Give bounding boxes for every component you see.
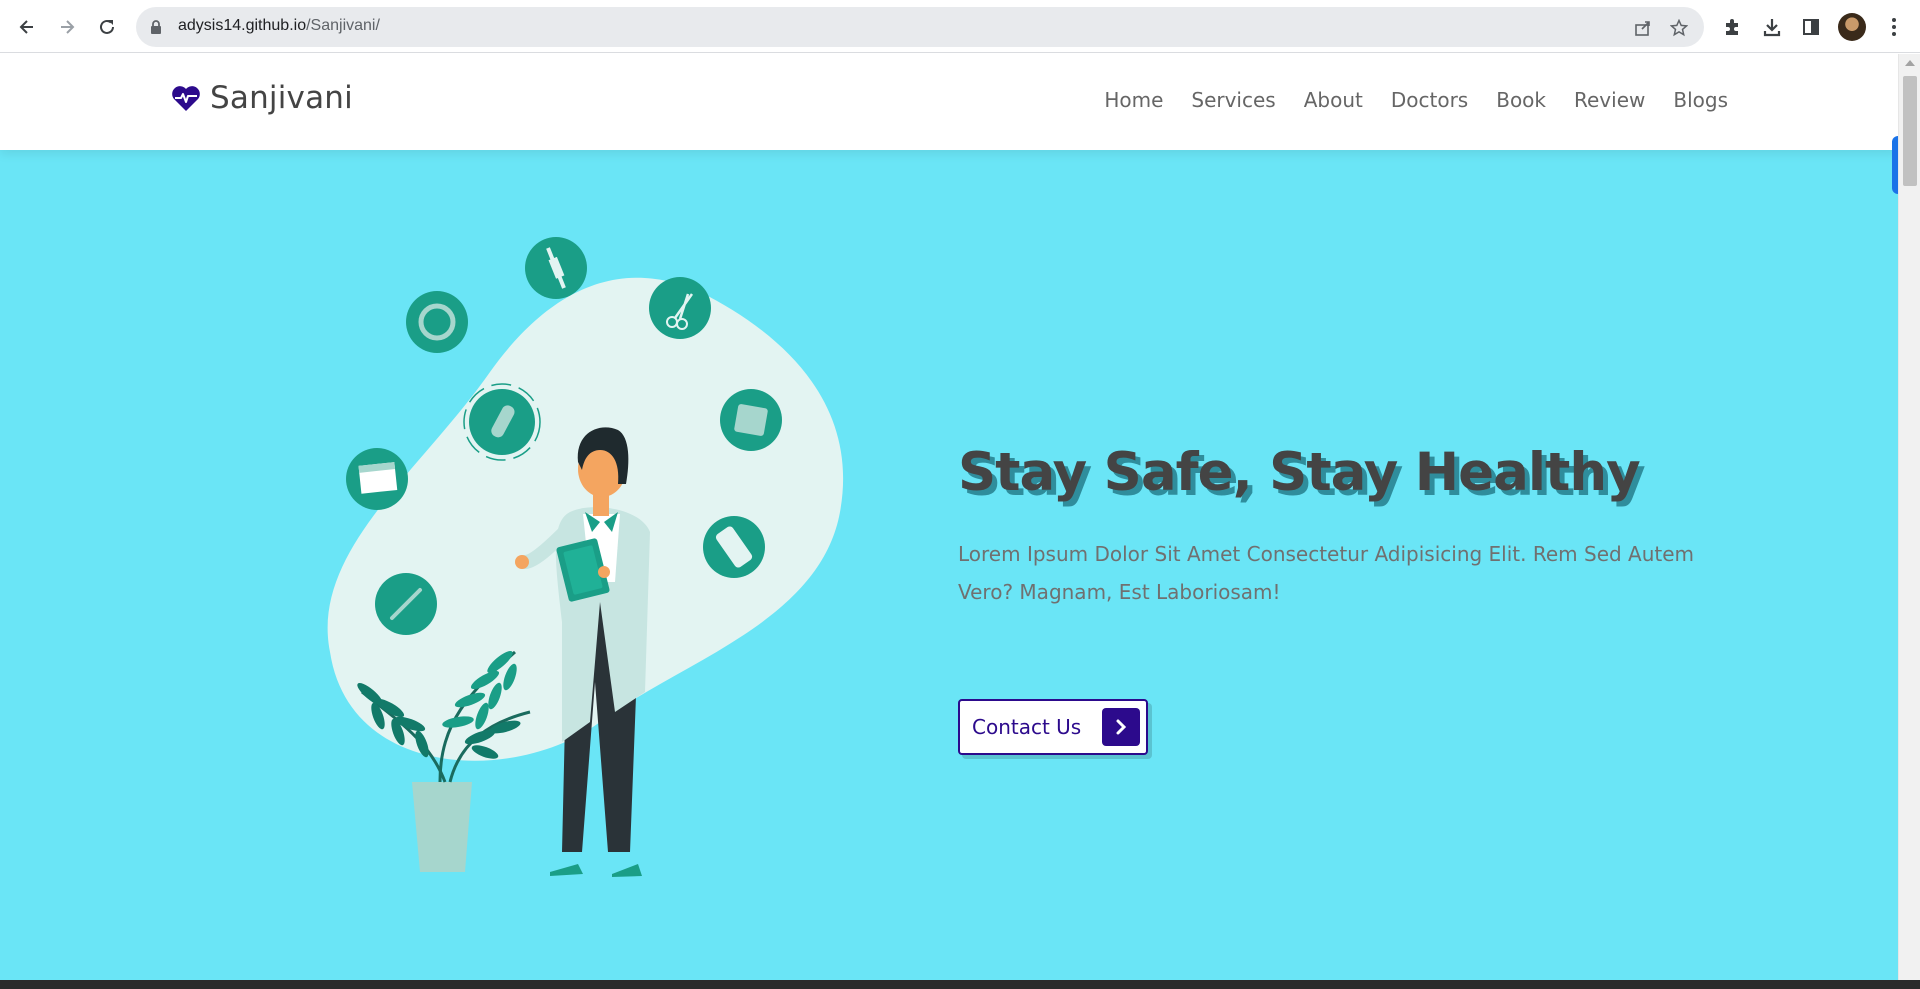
- ring-icon: [406, 291, 468, 353]
- scroll-up-arrow[interactable]: [1905, 60, 1915, 66]
- page-scrollbar[interactable]: [1898, 54, 1920, 980]
- nav-about[interactable]: About: [1304, 88, 1363, 112]
- chevron-right-icon: [1102, 708, 1140, 746]
- nav-services[interactable]: Services: [1191, 88, 1275, 112]
- lock-icon: [151, 20, 161, 34]
- star-icon: [1670, 19, 1688, 37]
- hero-content: Stay Safe, Stay Healthy Lorem Ipsum Dolo…: [958, 442, 1758, 755]
- share-icon: [1635, 21, 1650, 36]
- nav-review[interactable]: Review: [1574, 88, 1645, 112]
- reload-icon: [100, 19, 114, 34]
- site-header: Sanjivani Home Services About Doctors Bo…: [0, 54, 1898, 150]
- downloads-button[interactable]: [1758, 13, 1786, 41]
- download-icon: [1763, 19, 1781, 37]
- pill-box-icon: [720, 389, 782, 451]
- url-text: adysis14.github.io/Sanjivani/: [178, 17, 380, 35]
- back-button[interactable]: [12, 12, 42, 42]
- hero-title: Stay Safe, Stay Healthy: [958, 442, 1641, 503]
- more-icon: [1892, 18, 1896, 36]
- syringe-icon: [525, 237, 587, 299]
- main-nav: Home Services About Doctors Book Review …: [1104, 88, 1728, 112]
- nav-home[interactable]: Home: [1104, 88, 1163, 112]
- heartbeat-icon: [172, 86, 200, 111]
- scroll-thumb[interactable]: [1903, 76, 1917, 186]
- avatar[interactable]: [1838, 13, 1866, 41]
- nav-doctors[interactable]: Doctors: [1391, 88, 1468, 112]
- hero-subtitle: Lorem Ipsum Dolor Sit Amet Consectetur A…: [958, 542, 1695, 604]
- bookmark-button[interactable]: [1668, 17, 1690, 39]
- back-icon: [19, 20, 33, 34]
- share-button[interactable]: [1632, 17, 1654, 39]
- extensions-button[interactable]: [1718, 13, 1746, 41]
- reload-button[interactable]: [92, 12, 122, 42]
- extensions-icon: [1726, 19, 1738, 35]
- bottom-bar: [0, 980, 1920, 989]
- forward-icon: [61, 20, 75, 34]
- scissors-icon: [649, 277, 711, 339]
- brand-name: Sanjivani: [210, 80, 353, 116]
- contact-us-button[interactable]: Contact Us: [958, 699, 1148, 755]
- page-viewport: Sanjivani Home Services About Doctors Bo…: [0, 54, 1898, 980]
- bandage-icon: [463, 383, 541, 461]
- pills-icon: [703, 516, 765, 578]
- url-host: adysis14.github.io: [178, 17, 307, 34]
- forward-button[interactable]: [52, 12, 82, 42]
- browser-toolbar: adysis14.github.io/Sanjivani/: [0, 0, 1920, 53]
- contact-us-label: Contact Us: [972, 715, 1082, 739]
- side-panel-button[interactable]: [1797, 13, 1825, 41]
- thermometer-icon: [375, 573, 437, 635]
- brand-logo[interactable]: Sanjivani: [170, 80, 353, 116]
- side-panel-icon: [1803, 19, 1819, 35]
- nav-blogs[interactable]: Blogs: [1673, 88, 1728, 112]
- menu-button[interactable]: [1880, 13, 1908, 41]
- url-path: /Sanjivani/: [306, 17, 380, 34]
- calendar-icon: [346, 448, 408, 510]
- doctor-illustration: [327, 237, 844, 877]
- address-bar[interactable]: adysis14.github.io/Sanjivani/: [136, 7, 1704, 47]
- nav-book[interactable]: Book: [1496, 88, 1546, 112]
